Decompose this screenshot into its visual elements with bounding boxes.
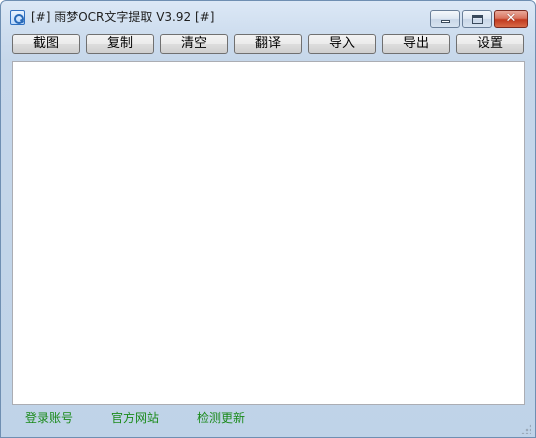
check-update-link[interactable]: 检测更新: [197, 411, 245, 426]
translate-button[interactable]: 翻译: [234, 34, 302, 54]
maximize-icon: [472, 15, 483, 24]
window-title: [#] 雨梦OCR文字提取 V3.92 [#]: [31, 10, 215, 24]
maximize-button[interactable]: [462, 10, 492, 28]
settings-button[interactable]: 设置: [456, 34, 524, 54]
app-window: [#] 雨梦OCR文字提取 V3.92 [#] ✕ 截图 复制 清空 翻译 导入…: [0, 0, 536, 438]
ocr-app-icon[interactable]: [10, 10, 25, 25]
status-bar: 登录账号 官方网站 检测更新: [1, 407, 535, 437]
export-button[interactable]: 导出: [382, 34, 450, 54]
minimize-button[interactable]: [430, 10, 460, 28]
toolbar: 截图 复制 清空 翻译 导入 导出 设置: [1, 34, 535, 56]
resize-grip-icon[interactable]: [521, 424, 531, 434]
login-account-link[interactable]: 登录账号: [25, 411, 73, 426]
clear-button[interactable]: 清空: [160, 34, 228, 54]
close-icon: ✕: [505, 11, 517, 26]
official-website-link[interactable]: 官方网站: [111, 411, 159, 426]
title-bar[interactable]: [#] 雨梦OCR文字提取 V3.92 [#] ✕: [1, 1, 535, 31]
copy-button[interactable]: 复制: [86, 34, 154, 54]
import-button[interactable]: 导入: [308, 34, 376, 54]
close-button[interactable]: ✕: [494, 10, 528, 28]
ocr-result-textarea[interactable]: [12, 61, 525, 405]
screenshot-button[interactable]: 截图: [12, 34, 80, 54]
minimize-icon: [441, 20, 450, 23]
